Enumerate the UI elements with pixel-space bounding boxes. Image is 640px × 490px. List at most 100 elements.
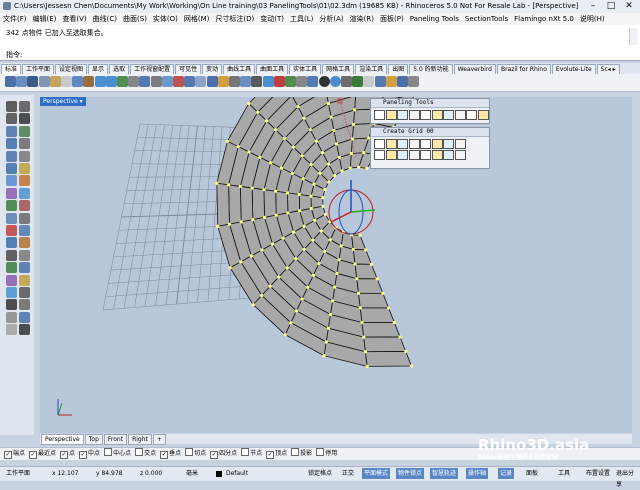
grid-point[interactable] <box>357 165 361 169</box>
grid-point[interactable] <box>285 191 290 195</box>
osnap-option[interactable]: 切点 <box>185 448 206 459</box>
show-icon[interactable] <box>19 311 30 323</box>
status-right-item[interactable]: 面板 <box>524 468 541 479</box>
grid-point[interactable] <box>286 211 290 215</box>
gumball-axis-x[interactable] <box>330 211 352 223</box>
menu-item[interactable]: 编辑(E) <box>30 13 60 25</box>
paneling-tool-icon[interactable] <box>431 150 443 160</box>
grid-point[interactable] <box>355 277 359 281</box>
paneling-tool-icon[interactable] <box>385 110 397 120</box>
paneling-tool-icon[interactable] <box>431 110 443 120</box>
gumball-axis-y[interactable] <box>350 209 376 213</box>
grid-point[interactable] <box>270 242 275 246</box>
grid-point[interactable] <box>251 218 255 222</box>
grid-point[interactable] <box>392 320 396 325</box>
toolbar-tab[interactable]: 选取 <box>109 64 130 74</box>
rotate-icon[interactable] <box>6 274 17 286</box>
grid-point[interactable] <box>398 335 402 339</box>
toolbar-tab[interactable]: 5.0 的新功能 <box>409 64 453 74</box>
render-preview-icon[interactable] <box>251 76 263 87</box>
grid-point[interactable] <box>311 273 315 277</box>
command-line[interactable]: 指令: <box>0 48 640 61</box>
toolbar-tab[interactable]: 设定视图 <box>55 64 88 74</box>
paneling-tool-icon[interactable] <box>420 139 431 149</box>
zoom-extents-icon[interactable] <box>173 76 184 87</box>
status-toggle-button[interactable]: 平面模式 <box>362 468 391 479</box>
grid-point[interactable] <box>297 192 301 197</box>
osnap-option[interactable]: 投影 <box>291 448 312 459</box>
history-scrollbar[interactable] <box>629 28 638 45</box>
grid-point[interactable] <box>228 266 232 270</box>
grid-point[interactable] <box>302 224 306 228</box>
grid-point[interactable] <box>216 224 220 228</box>
grid-point[interactable] <box>274 213 278 217</box>
arc-icon[interactable] <box>19 125 30 137</box>
grid-point[interactable] <box>268 284 272 288</box>
toolbar-tab[interactable]: 工作视窗配置 <box>130 64 175 74</box>
import-icon[interactable] <box>49 76 61 87</box>
menu-item[interactable]: Paneling Tools <box>407 13 462 25</box>
paneling-tool-icon[interactable] <box>443 150 454 160</box>
mesh-icon[interactable] <box>397 76 408 87</box>
grid-point[interactable] <box>306 285 310 289</box>
panel-cell[interactable] <box>275 190 289 216</box>
add-viewport-tab-icon[interactable]: + <box>152 434 166 445</box>
revolve-icon[interactable] <box>6 200 17 212</box>
split-icon[interactable] <box>19 225 30 236</box>
grid-point[interactable] <box>250 186 254 190</box>
globe-icon[interactable] <box>341 76 352 87</box>
grid-point[interactable] <box>308 128 312 132</box>
named-view-icon[interactable] <box>240 76 252 87</box>
osnap-option[interactable]: 中心点 <box>104 448 131 459</box>
grid-point[interactable] <box>369 262 374 266</box>
toolbar-tab[interactable]: 网格工具 <box>322 64 355 74</box>
copy-tool-icon[interactable] <box>19 262 30 274</box>
panel-cell[interactable] <box>359 307 395 323</box>
grid-point[interactable] <box>353 262 357 266</box>
panel-cell[interactable] <box>216 182 230 227</box>
osnap-option[interactable]: 交点 <box>135 448 156 459</box>
grid-point[interactable] <box>365 166 369 170</box>
sphere-icon[interactable] <box>19 163 30 174</box>
grid-point[interactable] <box>296 105 300 109</box>
grid-point[interactable] <box>309 162 313 167</box>
material-icon[interactable] <box>307 76 319 87</box>
toolbar-tab[interactable]: 变动 <box>202 64 223 74</box>
cut-icon[interactable] <box>72 76 84 87</box>
grid-point[interactable] <box>362 151 366 155</box>
point-icon[interactable] <box>19 101 30 112</box>
panel-cell[interactable] <box>251 187 265 221</box>
grid-point[interactable] <box>340 169 344 173</box>
grid-point[interactable] <box>337 258 341 262</box>
panel-cell[interactable] <box>263 189 277 218</box>
paneling-tool-icon[interactable] <box>454 139 466 149</box>
grid-point[interactable] <box>283 333 287 337</box>
grid-point[interactable] <box>302 116 306 120</box>
grid-point[interactable] <box>364 248 368 252</box>
paneling-tool-icon[interactable] <box>431 139 443 149</box>
paneling-tool-icon[interactable] <box>443 139 454 149</box>
grid-point[interactable] <box>311 238 315 242</box>
status-toggle-button[interactable]: 智慧轨迹 <box>430 468 459 479</box>
minimize-icon[interactable]: – <box>584 0 602 13</box>
grid-point[interactable] <box>365 364 369 368</box>
panel-cell[interactable] <box>354 263 378 280</box>
layer-icon[interactable] <box>262 76 274 87</box>
status-toggle-button[interactable]: 锁定格点 <box>306 468 335 479</box>
menu-item[interactable]: 曲面(S) <box>120 13 150 25</box>
grid-point[interactable] <box>251 303 255 307</box>
grid-point[interactable] <box>291 145 295 149</box>
grid-point[interactable] <box>247 150 251 154</box>
paneling-tool-icon[interactable] <box>374 139 385 149</box>
grid-point[interactable] <box>387 306 391 310</box>
grid-point[interactable] <box>285 266 289 270</box>
osnap-option[interactable]: ✓ 四分点 <box>210 448 237 459</box>
paneling-tool-icon[interactable] <box>397 139 408 149</box>
pan-icon[interactable] <box>128 76 140 87</box>
menu-item[interactable]: 分析(A) <box>316 13 346 25</box>
grid-point[interactable] <box>328 238 332 242</box>
offset-icon[interactable] <box>19 212 30 224</box>
panel-cell[interactable] <box>361 322 401 338</box>
grid-point[interactable] <box>292 230 296 234</box>
toolbar-tab[interactable]: 出图 <box>388 64 409 74</box>
